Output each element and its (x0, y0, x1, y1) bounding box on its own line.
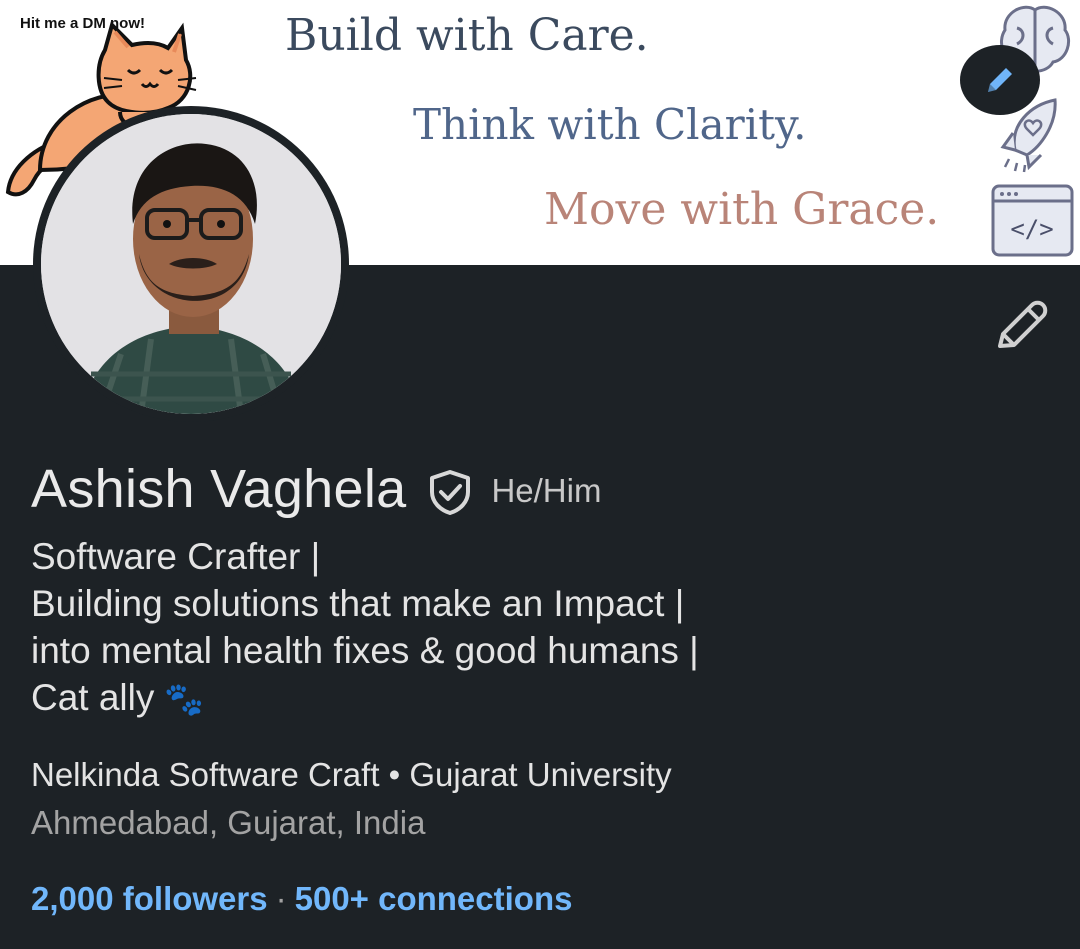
headline-line-last: Cat ally 🐾 (31, 674, 699, 723)
profile-headline: Software Crafter | Building solutions th… (31, 533, 699, 723)
banner-line-move: Move with Grace. (544, 184, 940, 235)
banner-line-build: Build with Care. (285, 10, 649, 61)
pronouns: He/Him (491, 472, 602, 509)
current-company[interactable]: Nelkinda Software Craft (31, 756, 379, 793)
network-stats: 2,000 followers · 500+ connections (31, 880, 572, 918)
verified-shield-icon[interactable] (426, 468, 474, 516)
headline-line: into mental health fixes & good humans | (31, 630, 699, 671)
profile-avatar[interactable] (41, 114, 341, 414)
education[interactable]: Gujarat University (409, 756, 671, 793)
code-window-icon: </> (991, 184, 1074, 257)
followers-link[interactable]: 2,000 followers (31, 880, 268, 917)
edit-profile-pencil-icon[interactable] (990, 296, 1050, 356)
profile-name: Ashish Vaghela (31, 459, 407, 519)
headline-line: Cat ally (31, 677, 155, 718)
edit-banner-button[interactable] (960, 45, 1040, 115)
separator-dot: • (379, 756, 410, 793)
name-row: Ashish Vaghela He/Him (31, 458, 601, 520)
profile-location: Ahmedabad, Gujarat, India (31, 804, 426, 841)
avatar-photo (41, 114, 341, 414)
stats-separator: · (275, 880, 287, 917)
svg-text:</>: </> (1010, 215, 1053, 243)
company-education-row: Nelkinda Software Craft • Gujarat Univer… (31, 756, 672, 794)
pencil-icon (988, 68, 1012, 92)
banner-line-think: Think with Clarity. (413, 100, 807, 149)
headline-line: Software Crafter | (31, 536, 321, 577)
paw-prints-icon: 🐾 (164, 681, 205, 717)
headline-line: Building solutions that make an Impact | (31, 583, 685, 624)
connections-link[interactable]: 500+ connections (295, 880, 573, 917)
